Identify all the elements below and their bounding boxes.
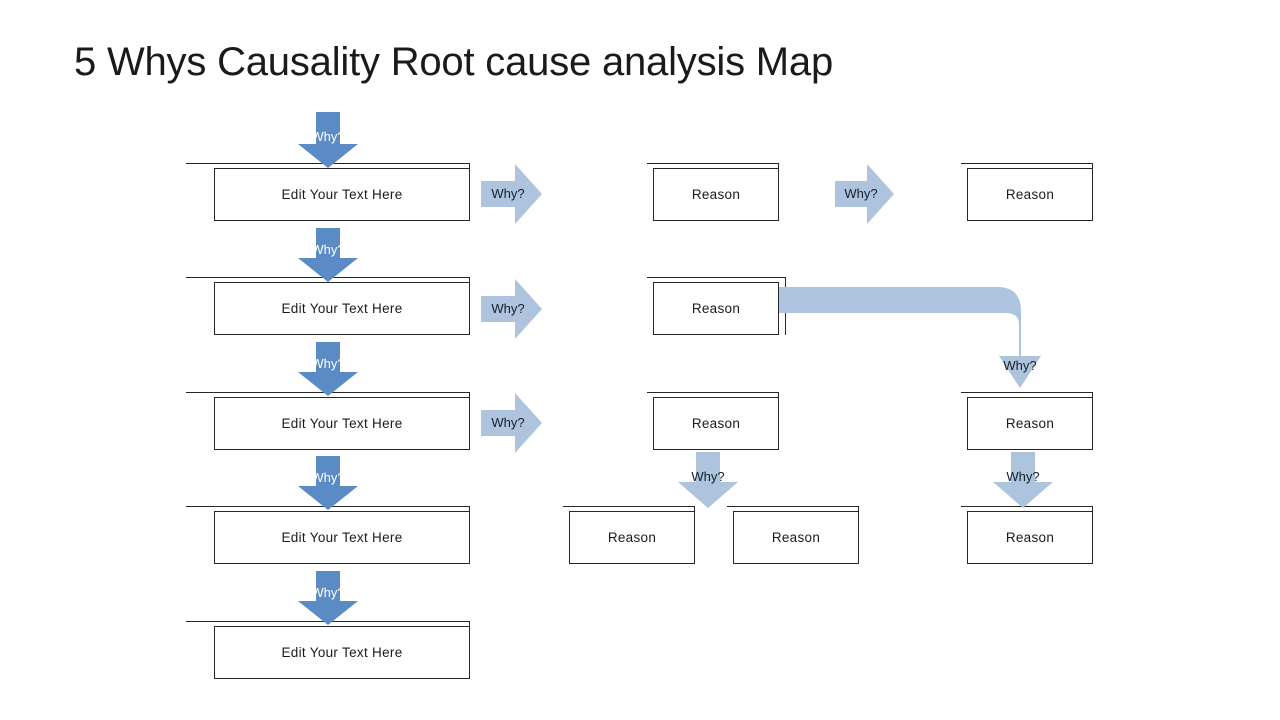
slide-canvas: 5 Whys Causality Root cause analysis Map… — [0, 0, 1280, 720]
left-box-2[interactable]: Edit Your Text Here — [214, 282, 470, 335]
right-box-4[interactable]: Reason — [967, 511, 1093, 564]
arrow-down-why-2[interactable]: Why? — [296, 342, 360, 396]
mid-box-4a-label: Reason — [607, 530, 657, 545]
mid-box-3-label: Reason — [691, 416, 741, 431]
left-box-1-label: Edit Your Text Here — [281, 187, 403, 202]
left-box-4-label: Edit Your Text Here — [281, 530, 403, 545]
arrow-down-why-0[interactable]: Why? — [296, 112, 360, 168]
left-box-1[interactable]: Edit Your Text Here — [214, 168, 470, 221]
mid-box-4b-label: Reason — [771, 530, 821, 545]
arrow-right-why-2[interactable]: Why? — [481, 278, 543, 340]
arrow-right-why-3[interactable]: Why? — [481, 392, 543, 454]
mid-box-4a[interactable]: Reason — [569, 511, 695, 564]
arrow-down-why-right-3[interactable]: Why? — [991, 452, 1055, 508]
left-box-3-label: Edit Your Text Here — [281, 416, 403, 431]
mid-box-2[interactable]: Reason — [653, 282, 779, 335]
mid-box-3[interactable]: Reason — [653, 397, 779, 450]
right-box-4-label: Reason — [1005, 530, 1055, 545]
left-box-5[interactable]: Edit Your Text Here — [214, 626, 470, 679]
right-box-1-label: Reason — [1005, 187, 1055, 202]
mid-box-1[interactable]: Reason — [653, 168, 779, 221]
mid-box-4b[interactable]: Reason — [733, 511, 859, 564]
elbow-connector-why[interactable]: Why? — [779, 284, 1069, 394]
arrow-right-why-1[interactable]: Why? — [481, 163, 543, 225]
arrow-down-why-mid-3[interactable]: Why? — [676, 452, 740, 508]
right-box-3-label: Reason — [1005, 416, 1055, 431]
right-box-1[interactable]: Reason — [967, 168, 1093, 221]
arrow-down-why-3[interactable]: Why? — [296, 456, 360, 510]
arrow-down-why-1[interactable]: Why? — [296, 228, 360, 282]
mid-box-1-label: Reason — [691, 187, 741, 202]
right-box-3[interactable]: Reason — [967, 397, 1093, 450]
left-box-2-label: Edit Your Text Here — [281, 301, 403, 316]
arrow-right-why-mid-1[interactable]: Why? — [835, 163, 895, 225]
mid-box-2-label: Reason — [691, 301, 741, 316]
arrow-down-why-4[interactable]: Why? — [296, 571, 360, 625]
left-box-3[interactable]: Edit Your Text Here — [214, 397, 470, 450]
left-box-5-label: Edit Your Text Here — [281, 645, 403, 660]
page-title: 5 Whys Causality Root cause analysis Map — [74, 40, 833, 84]
left-box-4[interactable]: Edit Your Text Here — [214, 511, 470, 564]
